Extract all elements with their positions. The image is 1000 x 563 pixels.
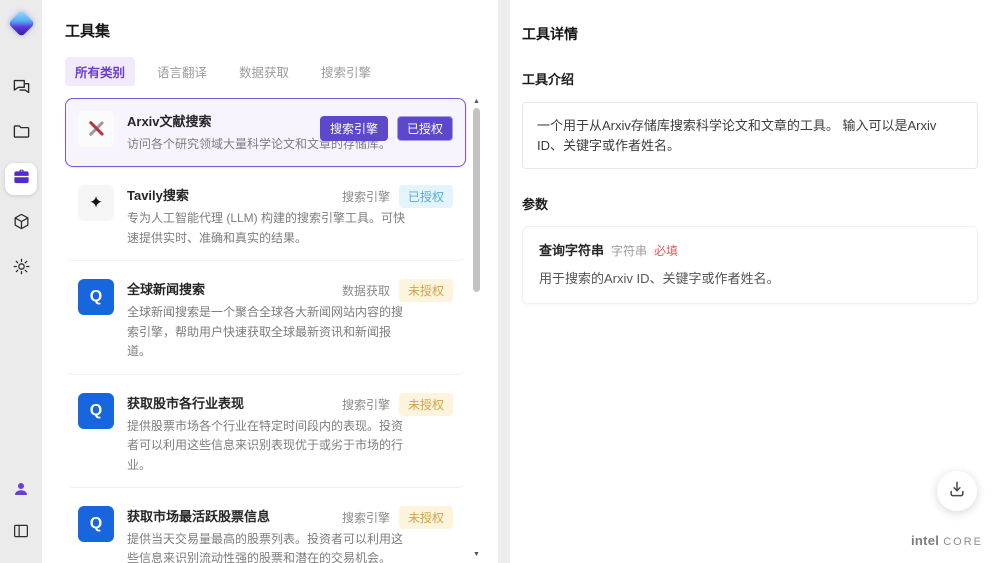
tool-card-sector-performance[interactable]: 获取股市各行业表现 提供股票市场各个行业在特定时间段内的表现。投资者可以利用这些… bbox=[65, 379, 466, 488]
params-heading: 参数 bbox=[522, 197, 549, 212]
auth-status-badge: 未授权 bbox=[398, 392, 453, 416]
tool-badges: 搜索引擎 未授权 bbox=[341, 392, 453, 416]
sidebar-item-files[interactable] bbox=[5, 118, 37, 150]
tab-search-engine[interactable]: 搜索引擎 bbox=[311, 57, 381, 86]
tool-badges: 搜索引擎 未授权 bbox=[341, 505, 453, 529]
tool-badges: 数据获取 未授权 bbox=[341, 279, 453, 303]
parameter-card: 查询字符串 字符串 必填 用于搜索的Arxiv ID、关键字或作者姓名。 bbox=[522, 226, 978, 304]
stock-search-icon bbox=[78, 505, 114, 542]
auth-status-badge: 未授权 bbox=[398, 279, 453, 303]
list-scrollbar[interactable]: ▲ ▼ bbox=[471, 98, 482, 559]
user-icon bbox=[12, 480, 30, 503]
gem-logo-icon bbox=[7, 10, 35, 37]
toolbox-icon bbox=[12, 167, 31, 191]
parameter-name: 查询字符串 bbox=[539, 243, 605, 258]
sidebar-item-packages[interactable] bbox=[5, 208, 37, 240]
category-badge: 搜索引擎 bbox=[341, 190, 390, 205]
category-badge: 搜索引擎 bbox=[341, 510, 390, 525]
parameter-header: 查询字符串 字符串 必填 bbox=[539, 240, 961, 259]
tool-intro-text: 一个用于从Arxiv存储库搜索科学论文和文章的工具。 输入可以是Arxiv ID… bbox=[522, 102, 978, 169]
download-button[interactable] bbox=[937, 471, 977, 511]
sidebar-item-tools[interactable] bbox=[5, 163, 37, 195]
tool-badges: 搜索引擎 已授权 bbox=[319, 116, 453, 141]
tool-card-most-active-stocks[interactable]: 获取市场最活跃股票信息 提供当天交易量最高的股票列表。投资者可以利用这些信息来识… bbox=[65, 492, 466, 563]
auth-status-badge: 未授权 bbox=[398, 505, 453, 529]
sparkle-icon bbox=[78, 185, 114, 222]
stock-search-icon bbox=[78, 392, 114, 429]
brand-intel-text: intel bbox=[910, 533, 940, 548]
parameter-description: 用于搜索的Arxiv ID、关键字或作者姓名。 bbox=[539, 271, 780, 286]
category-badge: 搜索引擎 bbox=[341, 397, 390, 412]
tool-details-panel: 工具详情 工具介绍 一个用于从Arxiv存储库搜索科学论文和文章的工具。 输入可… bbox=[510, 0, 1000, 563]
sidebar-nav bbox=[5, 73, 37, 285]
tool-list: Arxiv文献搜索 访问各个研究领域大量科学论文和文章的存储库。 搜索引擎 已授… bbox=[65, 98, 482, 563]
category-badge: 数据获取 bbox=[341, 284, 390, 299]
chat-icon bbox=[12, 77, 31, 101]
auth-status-badge: 已授权 bbox=[398, 185, 453, 209]
category-badge: 搜索引擎 bbox=[319, 116, 388, 141]
tool-description: 全球新闻搜索是一个聚合全球各大新闻网站内容的搜索引擎，帮助用户快速获取全球最新资… bbox=[127, 305, 404, 359]
tool-card-global-news[interactable]: 全球新闻搜索 全球新闻搜索是一个聚合全球各大新闻网站内容的搜索引擎，帮助用户快速… bbox=[65, 266, 466, 375]
gear-icon bbox=[12, 257, 31, 281]
required-flag: 必填 bbox=[654, 244, 679, 258]
app-window: 工具集 所有类别 语言翻译 数据获取 搜索引擎 Arxiv文献搜索 访问各个研究… bbox=[0, 0, 1000, 563]
news-search-icon bbox=[78, 279, 114, 316]
tab-data-retrieval[interactable]: 数据获取 bbox=[229, 57, 299, 86]
tool-card-arxiv[interactable]: Arxiv文献搜索 访问各个研究领域大量科学论文和文章的存储库。 搜索引擎 已授… bbox=[65, 98, 466, 168]
tool-card-tavily[interactable]: Tavily搜索 专为人工智能代理 (LLM) 构建的搜索引擎工具。可快速提供实… bbox=[65, 172, 466, 262]
tool-description: 提供股票市场各个行业在特定时间段内的表现。投资者可以利用这些信息来识别表现优于或… bbox=[127, 418, 404, 472]
sidebar-item-chat[interactable] bbox=[5, 73, 37, 105]
arxiv-x-icon bbox=[78, 111, 114, 147]
sidebar-item-collapse[interactable] bbox=[5, 517, 37, 549]
sidebar-item-settings[interactable] bbox=[5, 253, 37, 285]
sidebar-bottom bbox=[5, 475, 37, 549]
scrollbar-thumb[interactable] bbox=[473, 108, 480, 292]
scroll-down-arrow[interactable]: ▼ bbox=[471, 551, 482, 559]
toolset-panel: 工具集 所有类别 语言翻译 数据获取 搜索引擎 Arxiv文献搜索 访问各个研究… bbox=[42, 0, 498, 563]
folder-icon bbox=[12, 122, 31, 146]
tab-all-categories[interactable]: 所有类别 bbox=[65, 57, 136, 86]
panel-toggle-icon bbox=[12, 522, 30, 545]
tab-language-translation[interactable]: 语言翻译 bbox=[147, 57, 217, 86]
brand-core-text: core bbox=[943, 536, 983, 548]
sidebar bbox=[0, 0, 42, 563]
intel-core-logo: intel core bbox=[911, 533, 983, 548]
tool-badges: 搜索引擎 已授权 bbox=[341, 185, 453, 209]
tool-description: 提供当天交易量最高的股票列表。投资者可以利用这些信息来识别流动性强的股票和潜在的… bbox=[127, 531, 404, 563]
sidebar-item-user[interactable] bbox=[5, 475, 37, 507]
page-title: 工具集 bbox=[65, 23, 111, 40]
cube-icon bbox=[12, 212, 31, 236]
details-title: 工具详情 bbox=[522, 26, 578, 42]
intro-heading: 工具介绍 bbox=[522, 72, 575, 87]
category-tabs: 所有类别 语言翻译 数据获取 搜索引擎 bbox=[65, 57, 482, 86]
scroll-up-arrow[interactable]: ▲ bbox=[471, 98, 482, 106]
download-icon bbox=[947, 479, 967, 504]
auth-status-badge: 已授权 bbox=[396, 116, 453, 141]
parameter-type: 字符串 bbox=[611, 244, 648, 258]
tool-description: 专为人工智能代理 (LLM) 构建的搜索引擎工具。可快速提供实时、准确和真实的结… bbox=[127, 211, 406, 245]
